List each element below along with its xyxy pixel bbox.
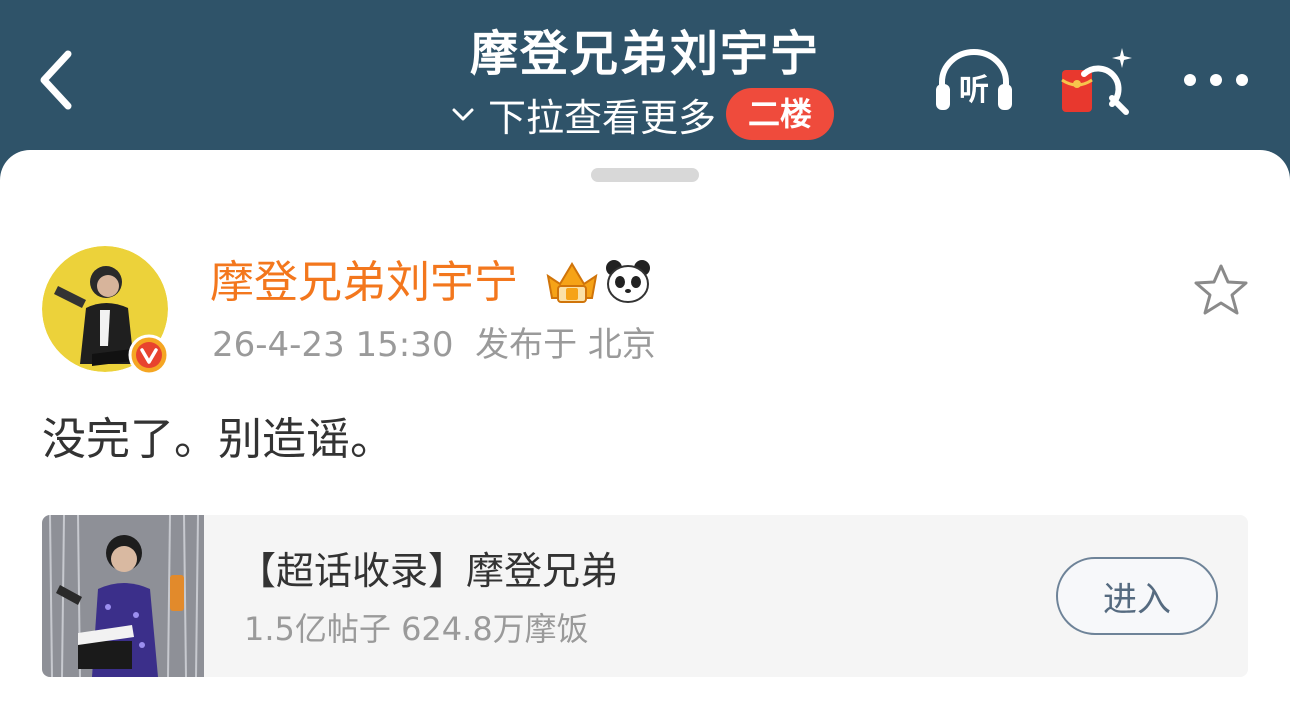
supertopic-title: 【超话收录】摩登兄弟 xyxy=(238,549,619,593)
more-icon[interactable] xyxy=(1176,44,1260,116)
drag-handle[interactable] xyxy=(591,168,699,182)
post-text: 没完了。别造谣。 xyxy=(42,414,394,465)
crown-badge-icon xyxy=(546,262,598,303)
chevron-down-icon xyxy=(452,108,474,121)
post-meta: 26-4-23 15:30 发布于 北京 xyxy=(212,322,656,368)
pull-hint-text: 下拉查看更多 xyxy=(488,95,717,140)
supertopic-stats: 1.5亿帖子 624.8万摩饭 xyxy=(244,610,589,648)
post-timestamp: 26-4-23 15:30 xyxy=(212,325,454,365)
star-icon[interactable] xyxy=(1192,262,1250,318)
verified-badge-icon xyxy=(128,334,170,376)
panda-icon xyxy=(606,260,650,303)
enter-button[interactable]: 进入 xyxy=(1056,557,1218,635)
second-floor-badge[interactable]: 二楼 xyxy=(726,88,835,140)
headphone-icon[interactable]: 听 xyxy=(932,44,1016,116)
listen-label: 听 xyxy=(959,73,989,108)
post-location: 发布于 北京 xyxy=(475,325,656,365)
red-packet-search-icon[interactable] xyxy=(1056,44,1140,116)
pull-down-more[interactable]: 下拉查看更多 二楼 xyxy=(450,86,835,142)
supertopic-card[interactable]: 【超话收录】摩登兄弟 1.5亿帖子 624.8万摩饭 进入 xyxy=(42,515,1248,677)
username[interactable]: 摩登兄弟刘宇宁 xyxy=(210,254,518,312)
supertopic-thumbnail xyxy=(42,515,204,677)
top-nav-bar: 摩登兄弟刘宇宁 下拉查看更多 二楼 听 xyxy=(0,0,1290,160)
post-sheet: 摩登兄弟刘宇宁 26-4-23 15:30 发布于 北京 没完了。别造谣。 【超… xyxy=(0,150,1290,709)
